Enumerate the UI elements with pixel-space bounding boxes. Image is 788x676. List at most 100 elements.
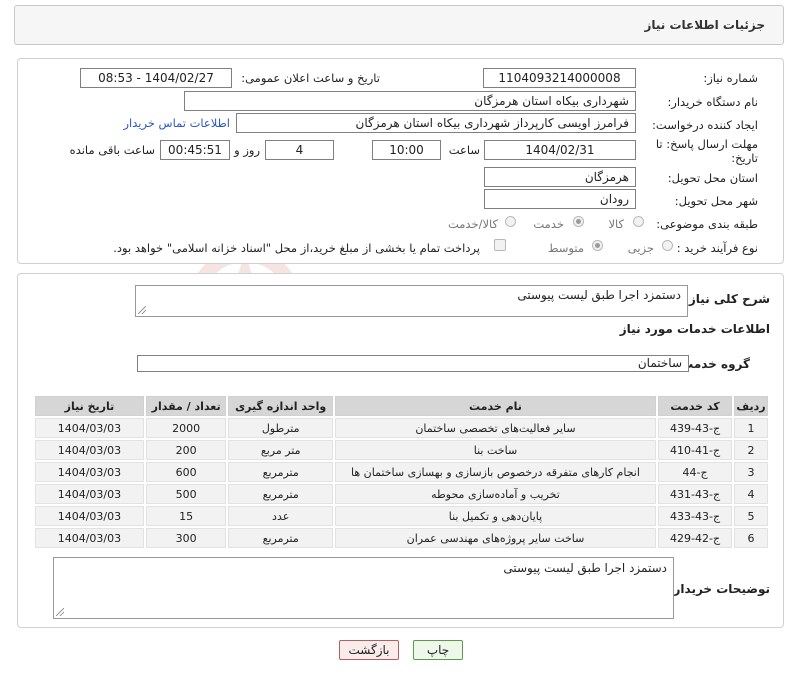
treasury-payment-note: پرداخت تمام یا بخشی از مبلغ خرید،از محل … bbox=[113, 241, 480, 255]
cell-quantity: 300 bbox=[145, 528, 227, 548]
services-heading: اطلاعات خدمات مورد نیاز bbox=[619, 322, 770, 336]
cell-service-name: تخریب و آماده‌سازی محوطه bbox=[334, 484, 657, 504]
cell-quantity: 500 bbox=[145, 484, 227, 504]
cell-service-code: ج-42-429 bbox=[658, 528, 733, 548]
city-field[interactable]: رودان bbox=[484, 189, 636, 209]
cell-quantity: 15 bbox=[145, 506, 227, 526]
province-field[interactable]: هرمزگان bbox=[484, 167, 636, 187]
col-header-service-name: نام خدمت bbox=[334, 396, 657, 416]
buyer-contact-link[interactable]: اطلاعات تماس خریدار bbox=[123, 116, 230, 130]
cell-row-number: 6 bbox=[734, 528, 768, 548]
cell-need-date: 1404/03/03 bbox=[35, 440, 144, 460]
page-title: جزئیات اطلاعات نیاز bbox=[644, 18, 765, 32]
category-radio-goods-service[interactable] bbox=[505, 216, 516, 227]
category-option-goods-service: کالا/خدمت bbox=[447, 217, 498, 231]
cell-service-code: ج-43-433 bbox=[658, 506, 733, 526]
service-group-field[interactable]: ساختمان bbox=[137, 355, 689, 372]
cell-row-number: 1 bbox=[734, 418, 768, 438]
table-row[interactable]: 3 ج-44 انجام کارهای متفرقه درخصوص بازساز… bbox=[35, 462, 768, 482]
resize-grip-icon[interactable] bbox=[138, 306, 146, 314]
remaining-time-label: ساعت باقی مانده bbox=[69, 143, 155, 157]
page-header: جزئیات اطلاعات نیاز bbox=[14, 5, 784, 45]
cell-service-name: پایان‌دهی و تکمیل بنا bbox=[334, 506, 657, 526]
cell-need-date: 1404/03/03 bbox=[35, 462, 144, 482]
summary-text: دستمزد اجرا طبق لیست پیوستی bbox=[517, 288, 681, 302]
category-label: طبقه بندی موضوعی: bbox=[656, 217, 758, 231]
cell-row-number: 4 bbox=[734, 484, 768, 504]
cell-service-name: انجام کارهای متفرقه درخصوص بازسازی و بهس… bbox=[334, 462, 657, 482]
cell-service-code: ج-44 bbox=[658, 462, 733, 482]
process-type-label: نوع فرآیند خرید : bbox=[676, 241, 758, 255]
cell-service-name: سایر فعالیت‌های تخصصی ساختمان bbox=[334, 418, 657, 438]
cell-service-code: ج-43-431 bbox=[658, 484, 733, 504]
treasury-payment-checkbox[interactable] bbox=[494, 239, 506, 251]
cell-need-date: 1404/03/03 bbox=[35, 418, 144, 438]
announce-datetime-label: تاریخ و ساعت اعلان عمومی: bbox=[241, 71, 380, 85]
category-radio-service[interactable] bbox=[573, 216, 584, 227]
remaining-days-label: روز و bbox=[234, 143, 260, 157]
need-number-label: شماره نیاز: bbox=[703, 71, 758, 85]
buyer-notes-label: توضیحات خریدار: bbox=[668, 582, 770, 596]
category-option-goods: کالا bbox=[608, 217, 624, 231]
buyer-org-field[interactable]: شهرداری بیکاه استان هرمزگان bbox=[184, 91, 636, 111]
province-label: استان محل تحویل: bbox=[667, 171, 758, 185]
cell-unit: مترطول bbox=[228, 418, 333, 438]
deadline-date-field[interactable]: 1404/02/31 bbox=[484, 140, 636, 160]
summary-textarea[interactable]: دستمزد اجرا طبق لیست پیوستی bbox=[135, 285, 688, 317]
need-info-panel bbox=[17, 58, 784, 264]
remaining-days-field[interactable]: 4 bbox=[265, 140, 334, 160]
cell-service-name: ساخت سایر پروژه‌های مهندسی عمران bbox=[334, 528, 657, 548]
table-row[interactable]: 1 ج-43-439 سایر فعالیت‌های تخصصی ساختمان… bbox=[35, 418, 768, 438]
process-option-medium: متوسط bbox=[547, 241, 584, 255]
buyer-notes-textarea[interactable]: دستمزد اجرا طبق لیست پیوستی bbox=[53, 557, 674, 619]
cell-service-code: ج-41-410 bbox=[658, 440, 733, 460]
process-radio-minor[interactable] bbox=[662, 240, 673, 251]
summary-label: شرح کلی نیاز: bbox=[684, 292, 770, 306]
cell-row-number: 2 bbox=[734, 440, 768, 460]
cell-need-date: 1404/03/03 bbox=[35, 484, 144, 504]
cell-quantity: 2000 bbox=[145, 418, 227, 438]
requester-field[interactable]: فرامرز اویسی کارپرداز شهرداری بیکاه استا… bbox=[236, 113, 636, 133]
table-row[interactable]: 4 ج-43-431 تخریب و آماده‌سازی محوطه مترم… bbox=[35, 484, 768, 504]
table-header-row: ردیف کد خدمت نام خدمت واحد اندازه گیری ت… bbox=[35, 396, 768, 416]
need-number-field[interactable]: 1104093214000008 bbox=[483, 68, 636, 88]
deadline-label: مهلت ارسال پاسخ: تا bbox=[655, 137, 758, 151]
cell-row-number: 5 bbox=[734, 506, 768, 526]
remaining-time-field[interactable]: 00:45:51 bbox=[160, 140, 230, 160]
deadline-time-field[interactable]: 10:00 bbox=[372, 140, 441, 160]
table-row[interactable]: 5 ج-43-433 پایان‌دهی و تکمیل بنا عدد 15 … bbox=[35, 506, 768, 526]
cell-need-date: 1404/03/03 bbox=[35, 506, 144, 526]
cell-quantity: 200 bbox=[145, 440, 227, 460]
cell-service-name: ساخت بنا bbox=[334, 440, 657, 460]
cell-need-date: 1404/03/03 bbox=[35, 528, 144, 548]
back-button[interactable]: بازگشت bbox=[339, 640, 399, 660]
deadline-label-date: تاریخ: bbox=[731, 151, 758, 165]
announce-datetime-field[interactable]: 1404/02/27 - 08:53 bbox=[80, 68, 232, 88]
process-radio-medium[interactable] bbox=[592, 240, 603, 251]
cell-row-number: 3 bbox=[734, 462, 768, 482]
buyer-org-label: نام دستگاه خریدار: bbox=[667, 95, 758, 109]
cell-unit: مترمربع bbox=[228, 528, 333, 548]
cell-unit: مترمربع bbox=[228, 484, 333, 504]
category-radio-goods[interactable] bbox=[633, 216, 644, 227]
services-table: ردیف کد خدمت نام خدمت واحد اندازه گیری ت… bbox=[33, 394, 770, 550]
table-row[interactable]: 6 ج-42-429 ساخت سایر پروژه‌های مهندسی عم… bbox=[35, 528, 768, 548]
col-header-quantity: تعداد / مقدار bbox=[145, 396, 227, 416]
buyer-notes-text: دستمزد اجرا طبق لیست پیوستی bbox=[503, 561, 667, 575]
city-label: شهر محل تحویل: bbox=[674, 194, 758, 208]
col-header-service-code: کد خدمت bbox=[658, 396, 733, 416]
resize-grip-icon[interactable] bbox=[56, 608, 64, 616]
col-header-unit: واحد اندازه گیری bbox=[228, 396, 333, 416]
cell-service-code: ج-43-439 bbox=[658, 418, 733, 438]
col-header-need-date: تاریخ نیاز bbox=[35, 396, 144, 416]
cell-unit: عدد bbox=[228, 506, 333, 526]
col-header-row-number: ردیف bbox=[734, 396, 768, 416]
table-row[interactable]: 2 ج-41-410 ساخت بنا متر مربع 200 1404/03… bbox=[35, 440, 768, 460]
cell-unit: متر مربع bbox=[228, 440, 333, 460]
deadline-time-label: ساعت bbox=[448, 143, 480, 157]
requester-label: ایجاد کننده درخواست: bbox=[652, 118, 758, 132]
cell-quantity: 600 bbox=[145, 462, 227, 482]
print-button[interactable]: چاپ bbox=[413, 640, 463, 660]
process-option-minor: جزیی bbox=[627, 241, 654, 255]
category-option-service: خدمت bbox=[533, 217, 564, 231]
